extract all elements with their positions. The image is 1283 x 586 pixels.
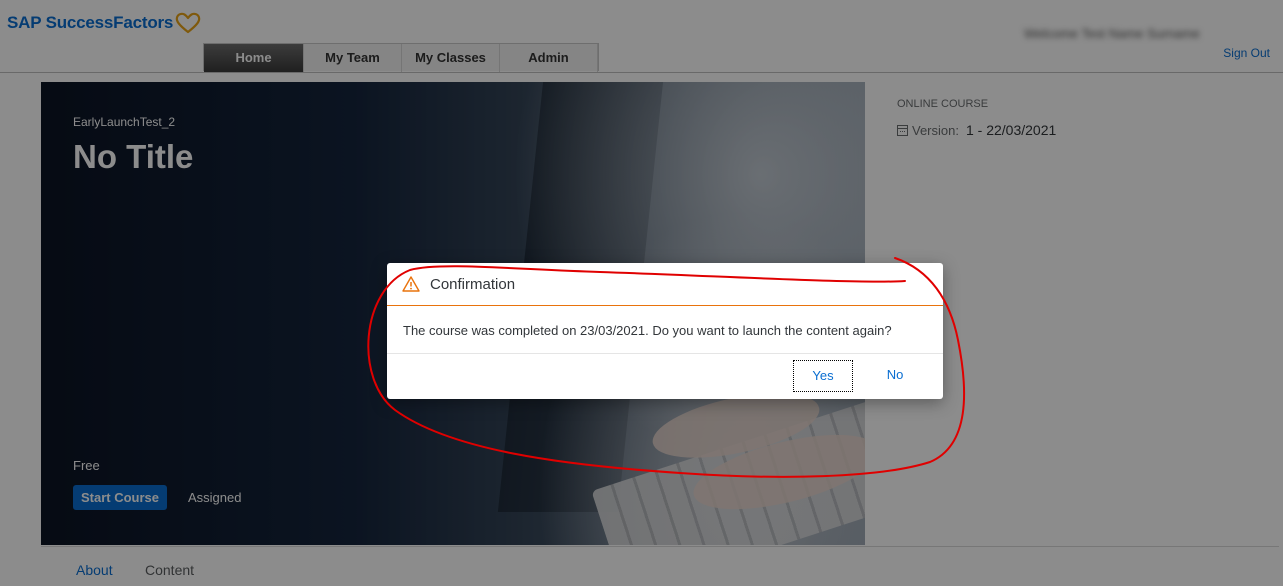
- confirmation-dialog: Confirmation The course was completed on…: [387, 263, 943, 399]
- dialog-footer: Yes No: [387, 354, 943, 398]
- yes-button[interactable]: Yes: [793, 360, 853, 392]
- warning-triangle-icon: [402, 276, 420, 292]
- no-button[interactable]: No: [865, 360, 925, 392]
- dialog-header: Confirmation: [387, 263, 943, 306]
- dialog-title: Confirmation: [430, 275, 516, 293]
- dialog-message: The course was completed on 23/03/2021. …: [387, 306, 943, 354]
